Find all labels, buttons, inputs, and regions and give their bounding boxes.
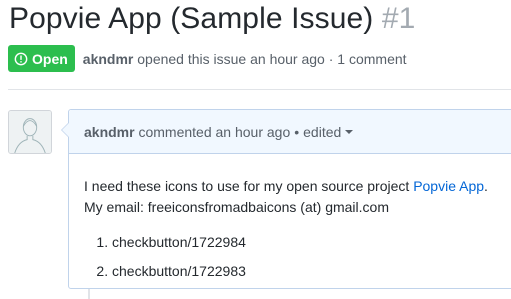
edited-label: edited — [303, 123, 342, 140]
header-divider — [8, 89, 511, 90]
comment-author-link[interactable]: akndmr — [84, 124, 135, 140]
comment-timestamp[interactable]: commented an hour ago — [138, 124, 290, 140]
timeline-line — [88, 289, 90, 299]
list-item: checkbutton/1722983 — [112, 261, 502, 282]
comment-box: akndmr commented an hour ago • edited I … — [61, 109, 511, 289]
default-avatar-icon — [9, 111, 51, 153]
issue-meta: Open akndmr opened this issue an hour ag… — [8, 45, 407, 72]
comment-header: akndmr commented an hour ago • edited — [69, 110, 511, 154]
comment-paragraph: I need these icons to use for my open so… — [84, 176, 502, 218]
caret-down-icon — [345, 129, 354, 134]
issue-opened-icon — [14, 52, 28, 65]
project-link[interactable]: Popvie App — [413, 178, 484, 194]
issue-number: #1 — [381, 2, 416, 35]
status-label: Open — [32, 50, 68, 67]
status-badge: Open — [8, 45, 75, 72]
issue-author-link[interactable]: akndmr — [83, 51, 134, 67]
avatar[interactable] — [8, 110, 52, 154]
edited-dropdown[interactable]: edited — [303, 123, 354, 140]
comment-arrow-fill — [62, 123, 69, 137]
issue-opened-text: opened this issue an hour ago · 1 commen… — [137, 50, 407, 67]
comment-separator: • — [294, 123, 300, 140]
comment-line1-end: . — [484, 178, 488, 194]
issue-meta-text: akndmr opened this issue an hour ago · 1… — [83, 51, 407, 67]
comment-body: I need these icons to use for my open so… — [69, 154, 511, 282]
list-item: checkbutton/1722984 — [112, 232, 502, 253]
comment-line1-text: I need these icons to use for my open so… — [84, 178, 414, 194]
comment-list: checkbutton/1722984 checkbutton/1722983 — [84, 232, 502, 282]
issue-page: Popvie App (Sample Issue) #1 Open akndmr… — [0, 0, 511, 299]
issue-title-text: Popvie App (Sample Issue) — [9, 2, 374, 35]
issue-title: Popvie App (Sample Issue) #1 — [9, 2, 415, 36]
comment-email-line: My email: freeiconsfromadbaicons (at) gm… — [84, 199, 389, 215]
